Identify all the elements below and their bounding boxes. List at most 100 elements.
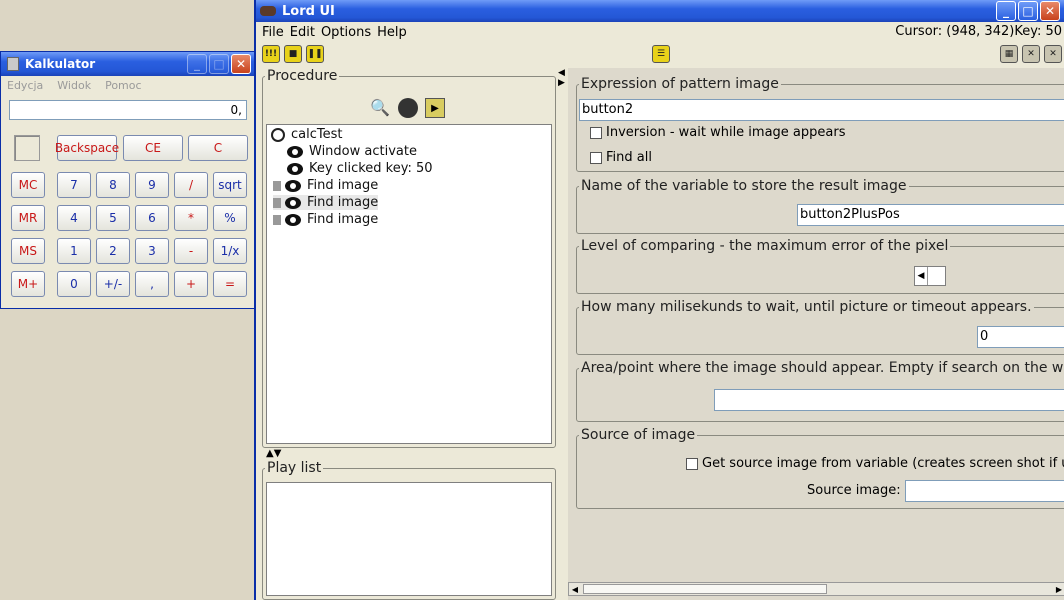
- search-icon[interactable]: 🔍: [370, 98, 390, 118]
- equals-button[interactable]: =: [213, 271, 247, 297]
- source-image-input[interactable]: [905, 480, 1064, 502]
- minimize-button[interactable]: _: [996, 1, 1016, 21]
- tree-root-label: calcTest: [291, 127, 343, 142]
- percent-button[interactable]: %: [213, 205, 247, 231]
- left-panel: Procedure 🔍 ▶ calcTest Window activate K…: [262, 68, 556, 600]
- menu-pomoc[interactable]: Pomoc: [105, 79, 141, 92]
- properties-panel: Expression of pattern image button2 Inve…: [568, 68, 1064, 600]
- digit-0-button[interactable]: 0: [57, 271, 91, 297]
- checkbox-box[interactable]: [590, 151, 602, 164]
- inversion-label: Inversion - wait while image appears: [606, 125, 846, 140]
- decimal-button[interactable]: ,: [135, 271, 169, 297]
- menu-help[interactable]: Help: [377, 25, 407, 40]
- digit-6-button[interactable]: 6: [135, 205, 169, 231]
- menu-file[interactable]: File: [262, 25, 284, 40]
- eye-icon: [285, 213, 301, 226]
- sign-button[interactable]: +/-: [96, 271, 130, 297]
- scrollbar-thumb[interactable]: [583, 584, 827, 594]
- menu-edit[interactable]: Edit: [290, 25, 315, 40]
- source-image-label: Source image:: [807, 483, 901, 498]
- digit-5-button[interactable]: 5: [96, 205, 130, 231]
- calculator-menubar: Edycja Widok Pomoc: [1, 76, 255, 94]
- inversion-checkbox[interactable]: Inversion - wait while image appears: [590, 125, 845, 140]
- stop-icon[interactable]: ■: [284, 45, 302, 63]
- eye-icon: [287, 145, 303, 158]
- expression-input[interactable]: button2: [579, 99, 1064, 121]
- menu-options[interactable]: Options: [321, 25, 371, 40]
- variable-input[interactable]: button2PlusPos: [797, 204, 1064, 226]
- maximize-button[interactable]: □: [1018, 1, 1038, 21]
- wait-legend: How many milisekunds to wait, until pict…: [581, 299, 1032, 315]
- eye-icon: [287, 162, 303, 175]
- digit-8-button[interactable]: 8: [96, 172, 130, 198]
- sqrt-button[interactable]: sqrt: [213, 172, 247, 198]
- playlist-list[interactable]: [266, 482, 552, 596]
- procedure-tree[interactable]: calcTest Window activate Key clicked key…: [266, 124, 552, 444]
- area-input[interactable]: [714, 389, 1064, 411]
- memory-indicator: [14, 135, 40, 161]
- checkbox-box[interactable]: [686, 457, 698, 470]
- calculator-title: Kalkulator: [25, 57, 96, 71]
- eye-icon: [285, 179, 301, 192]
- delete-icon[interactable]: ✕: [1022, 45, 1040, 63]
- lord-titlebar[interactable]: Lord UI _ □ ✕: [256, 0, 1064, 22]
- play-all-icon[interactable]: !!!: [262, 45, 280, 63]
- collapse-arrows-icon[interactable]: ◀ ▶: [558, 68, 566, 88]
- mplus-button[interactable]: M+: [11, 271, 45, 297]
- tree-item[interactable]: Key clicked key: 50: [287, 161, 433, 176]
- lord-app-icon: [260, 6, 276, 16]
- tree-root[interactable]: calcTest: [271, 127, 342, 142]
- find-all-checkbox[interactable]: Find all: [590, 150, 652, 165]
- checkbox-box[interactable]: [590, 126, 602, 139]
- subtract-button[interactable]: -: [174, 238, 208, 264]
- area-legend: Area/point where the image should appear…: [581, 360, 1064, 376]
- tree-item-selected[interactable]: Find image: [273, 195, 379, 210]
- pause-icon[interactable]: ❚❚: [306, 45, 324, 63]
- eye-icon: [285, 196, 301, 209]
- splitter-arrows-icon[interactable]: ▲▼: [266, 448, 281, 459]
- record-icon[interactable]: [398, 98, 418, 118]
- close-button[interactable]: ✕: [1040, 1, 1060, 21]
- tree-item[interactable]: Find image: [273, 212, 378, 227]
- wait-input[interactable]: 0: [977, 326, 1064, 348]
- tree-item[interactable]: Find image: [273, 178, 378, 193]
- clear-icon[interactable]: ✕: [1044, 45, 1062, 63]
- arrow-left-icon[interactable]: ◀: [915, 267, 928, 285]
- expression-legend: Expression of pattern image: [581, 76, 779, 92]
- divide-button[interactable]: /: [174, 172, 208, 198]
- mr-button[interactable]: MR: [11, 205, 45, 231]
- multiply-button[interactable]: *: [174, 205, 208, 231]
- horizontal-scrollbar[interactable]: ◀ ▶: [568, 582, 1064, 596]
- ce-button[interactable]: CE: [123, 135, 183, 161]
- menu-widok[interactable]: Widok: [57, 79, 91, 92]
- calculator-app-icon: [7, 57, 19, 71]
- reciprocal-button[interactable]: 1/x: [213, 238, 247, 264]
- list-icon[interactable]: ☰: [652, 45, 670, 63]
- ms-button[interactable]: MS: [11, 238, 45, 264]
- digit-1-button[interactable]: 1: [57, 238, 91, 264]
- run-icon[interactable]: ▶: [425, 98, 445, 118]
- vertical-splitter[interactable]: ◀ ▶: [558, 68, 566, 600]
- digit-2-button[interactable]: 2: [96, 238, 130, 264]
- maximize-button[interactable]: □: [209, 54, 229, 74]
- source-variable-checkbox[interactable]: Get source image from variable (creates …: [686, 456, 1064, 471]
- calculator-display: 0,: [9, 100, 247, 120]
- scroll-right-icon[interactable]: ▶: [1053, 583, 1064, 595]
- digit-4-button[interactable]: 4: [57, 205, 91, 231]
- add-button[interactable]: +: [174, 271, 208, 297]
- lord-toolbar: !!! ■ ❚❚ ☰ ▦ ✕ ✕: [256, 42, 1064, 66]
- minimize-button[interactable]: _: [187, 54, 207, 74]
- digit-3-button[interactable]: 3: [135, 238, 169, 264]
- close-button[interactable]: ✕: [231, 54, 251, 74]
- digit-7-button[interactable]: 7: [57, 172, 91, 198]
- scroll-left-icon[interactable]: ◀: [569, 583, 581, 595]
- level-legend: Level of comparing - the maximum error o…: [581, 238, 949, 254]
- tree-item[interactable]: Window activate: [287, 144, 417, 159]
- menu-edycja[interactable]: Edycja: [7, 79, 43, 92]
- level-spinner[interactable]: ◀: [914, 266, 946, 286]
- digit-9-button[interactable]: 9: [135, 172, 169, 198]
- grid-icon[interactable]: ▦: [1000, 45, 1018, 63]
- mc-button[interactable]: MC: [11, 172, 45, 198]
- c-button[interactable]: C: [188, 135, 248, 161]
- backspace-button[interactable]: Backspace: [55, 135, 119, 161]
